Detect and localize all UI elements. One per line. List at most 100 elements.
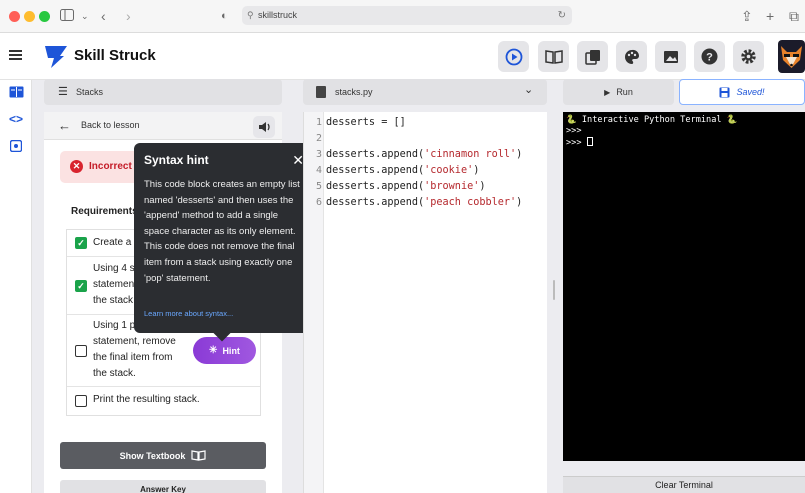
stack-icon	[584, 49, 600, 65]
terminal-prompt-line: >>>	[566, 137, 802, 149]
checkbox-unchecked[interactable]	[75, 395, 87, 407]
answer-key-button[interactable]: Answer Key	[60, 480, 266, 493]
stacks-panel-header[interactable]: ☰ Stacks	[44, 79, 282, 105]
line-gutter: 1 2 3 4 5 6	[304, 112, 324, 493]
sparkle-icon: ✳	[209, 345, 218, 356]
code-editor[interactable]: 1 2 3 4 5 6 desserts = [] desserts.appen…	[303, 112, 547, 493]
theme-button[interactable]	[616, 41, 647, 72]
requirement-item: Print the resulting stack.	[67, 386, 260, 416]
play-icon: ▶	[604, 87, 611, 97]
run-button[interactable]: ▶ Run	[563, 79, 674, 105]
tab-overview-icon[interactable]: ⧉	[789, 8, 799, 24]
share-icon[interactable]: ⇪	[741, 8, 753, 24]
code-line: desserts.append('brownie')	[326, 181, 486, 192]
saved-label: Saved!	[736, 87, 765, 97]
learn-more-link[interactable]: Learn more about syntax...	[144, 309, 233, 318]
svg-text:?: ?	[706, 52, 713, 64]
file-tab-header[interactable]: stacks.py ⌄	[303, 79, 547, 105]
terminal-cursor	[586, 137, 593, 146]
read-aloud-button[interactable]	[253, 116, 275, 138]
line-number: 6	[315, 197, 322, 208]
url-text: skillstruck	[258, 10, 298, 20]
palette-icon	[624, 49, 639, 64]
settings-button[interactable]	[733, 41, 764, 72]
back-arrow-icon[interactable]: ‹	[101, 8, 106, 24]
tooltip-body: This code block creates an empty list na…	[144, 179, 300, 284]
lesson-book-button[interactable]	[538, 41, 569, 72]
preview-icon[interactable]	[8, 139, 24, 154]
lesson-book-icon[interactable]	[8, 86, 24, 100]
brand-logo[interactable]: Skill Struck	[44, 44, 164, 68]
hint-label: Hint	[222, 345, 240, 356]
list-icon: ☰	[58, 86, 68, 98]
panel-resize-handle[interactable]	[553, 280, 555, 300]
address-bar[interactable]: ⚲ skillstruck ↻	[242, 6, 572, 25]
requirement-text: the stack	[93, 295, 134, 306]
app-header: Skill Struck ?	[0, 33, 805, 80]
line-number: 4	[315, 165, 322, 176]
show-textbook-button[interactable]: Show Textbook	[60, 442, 266, 469]
chevron-down-icon[interactable]: ⌄	[524, 77, 533, 103]
checkbox-unchecked[interactable]	[75, 345, 87, 357]
checkbox-checked[interactable]: ✓	[75, 237, 87, 249]
gear-icon	[741, 49, 756, 64]
chevron-down-icon[interactable]: ⌄	[81, 8, 89, 24]
show-textbook-label: Show Textbook	[119, 450, 186, 461]
file-icon	[316, 86, 326, 98]
images-button[interactable]	[655, 41, 686, 72]
code-line: desserts.append('cookie')	[326, 165, 480, 176]
error-icon: ✕	[70, 160, 83, 173]
image-icon	[663, 50, 678, 63]
terminal-banner: 🐍 Interactive Python Terminal 🐍	[566, 115, 738, 125]
status-label: Incorrect	[89, 161, 132, 172]
privacy-shield-icon[interactable]: ◐	[221, 8, 228, 24]
requirement-text: Create a	[93, 237, 132, 248]
checkbox-checked[interactable]: ✓	[75, 280, 87, 292]
back-arrow-icon[interactable]: ←	[58, 118, 71, 133]
stack-library-button[interactable]	[577, 41, 608, 72]
code-line: desserts.append('peach cobbler')	[326, 197, 523, 208]
help-button[interactable]: ?	[694, 41, 725, 72]
saved-button[interactable]: Saved!	[679, 79, 805, 105]
menu-icon[interactable]	[9, 50, 22, 60]
sidebar-toggle-icon[interactable]	[60, 8, 74, 24]
requirement-text: statement	[93, 279, 137, 290]
reload-icon[interactable]: ↻	[558, 6, 566, 25]
help-icon: ?	[701, 48, 718, 65]
terminal-prompt: >>>	[566, 126, 582, 136]
new-tab-icon[interactable]: +	[766, 8, 774, 24]
avatar[interactable]	[778, 40, 805, 73]
play-circle-icon	[505, 48, 522, 65]
book-open-icon	[544, 49, 563, 64]
line-number: 3	[315, 149, 322, 160]
requirement-text: Using 4 s	[93, 263, 135, 274]
book-open-icon	[191, 450, 207, 461]
run-code-button[interactable]	[498, 41, 529, 72]
lesson-header: ← Back to lesson	[44, 112, 282, 140]
line-number: 1	[315, 117, 322, 128]
requirement-text: Using 1 p	[93, 320, 136, 331]
stacks-label: Stacks	[76, 87, 104, 97]
code-brackets-icon[interactable]: <>	[8, 112, 24, 126]
back-to-lesson-link[interactable]: Back to lesson	[81, 120, 140, 130]
zoom-window-button[interactable]	[39, 11, 50, 22]
minimize-window-button[interactable]	[24, 11, 35, 22]
file-name: stacks.py	[335, 87, 373, 97]
code-line: desserts = []	[326, 117, 406, 128]
skill-struck-logo-icon	[45, 46, 67, 68]
python-terminal[interactable]: 🐍 Interactive Python Terminal 🐍 >>> >>>	[563, 112, 805, 461]
close-window-button[interactable]	[9, 11, 20, 22]
requirement-text: Print the resulting stack.	[93, 394, 200, 405]
left-rail: <>	[0, 80, 32, 493]
requirements-title: Requirements	[71, 206, 138, 217]
tooltip-title: Syntax hint	[144, 153, 209, 167]
code-line: desserts.append('cinnamon roll')	[326, 149, 523, 160]
brand-name: Skill Struck	[74, 47, 156, 64]
hint-button[interactable]: ✳ Hint	[193, 337, 256, 364]
line-number: 2	[315, 133, 322, 144]
fox-avatar-icon	[781, 46, 802, 68]
requirement-text: the stack.	[93, 368, 136, 379]
save-icon	[719, 87, 730, 97]
clear-terminal-button[interactable]: Clear Terminal	[563, 476, 805, 493]
forward-arrow-icon[interactable]: ›	[126, 8, 131, 24]
